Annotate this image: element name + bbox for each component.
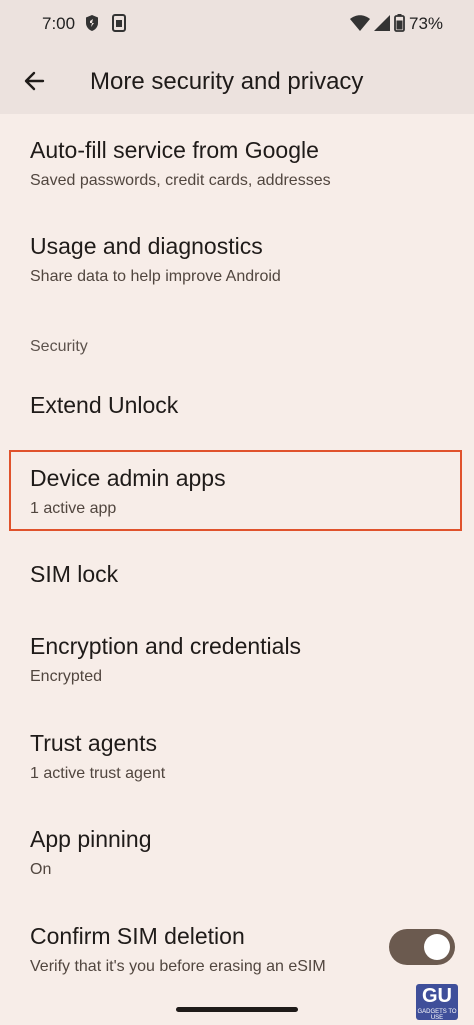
list-item-sim-lock[interactable]: SIM lock [30,561,450,588]
list-item-subtitle: On [30,861,52,878]
list-item-title: Encryption and credentials [30,633,302,659]
gesture-nav-handle[interactable] [176,1007,298,1012]
list-item-usage-diagnostics[interactable]: Usage and diagnostics Share data to help… [30,233,450,286]
list-item-extend-unlock[interactable]: Extend Unlock [30,392,450,419]
list-item-title: Trust agents [30,730,157,756]
arrow-left-icon[interactable] [22,68,48,94]
list-item-subtitle: Encrypted [30,668,103,685]
watermark-logo-text: GU [422,985,452,1007]
list-item-title: Confirm SIM deletion [30,923,245,949]
list-item-title: Device admin apps [30,465,226,491]
list-item-confirm-sim-deletion[interactable]: Confirm SIM deletion Verify that it's yo… [30,923,450,976]
list-item-subtitle: Share data to help improve Android [30,268,281,285]
list-item-subtitle: 1 active trust agent [30,765,166,782]
shield-icon [84,14,102,32]
list-item-title: Extend Unlock [30,392,179,418]
battery-percent: 73% [409,14,444,33]
section-header-security: Security [30,338,88,355]
battery-icon [394,14,405,32]
toggle-knob [424,934,450,960]
signal-icon [373,14,391,32]
list-item-title: Auto-fill service from Google [30,137,319,163]
list-item-device-admin-apps[interactable]: Device admin apps 1 active app [30,465,450,518]
sim-card-icon [112,14,130,32]
page-title: More security and privacy [90,68,364,95]
list-item-title: App pinning [30,826,152,852]
list-item-encryption[interactable]: Encryption and credentials Encrypted [30,633,450,686]
wifi-icon [350,14,370,32]
list-item-autofill[interactable]: Auto-fill service from Google Saved pass… [30,137,450,190]
confirm-sim-deletion-toggle[interactable] [389,929,455,965]
list-item-subtitle: 1 active app [30,500,117,517]
list-item-title: Usage and diagnostics [30,233,263,259]
list-item-subtitle: Saved passwords, credit cards, addresses [30,172,331,189]
status-time: 7:00 [42,14,76,33]
list-item-subtitle: Verify that it's you before erasing an e… [30,958,326,975]
watermark-logo: GU GADGETS TO USE [416,984,458,1020]
app-bar: More security and privacy [0,48,474,114]
list-item-app-pinning[interactable]: App pinning On [30,826,450,879]
list-item-title: SIM lock [30,561,119,587]
watermark-tagline: GADGETS TO USE [417,1009,457,1020]
list-item-trust-agents[interactable]: Trust agents 1 active trust agent [30,730,450,783]
status-bar: 7:00 73% [0,0,474,48]
